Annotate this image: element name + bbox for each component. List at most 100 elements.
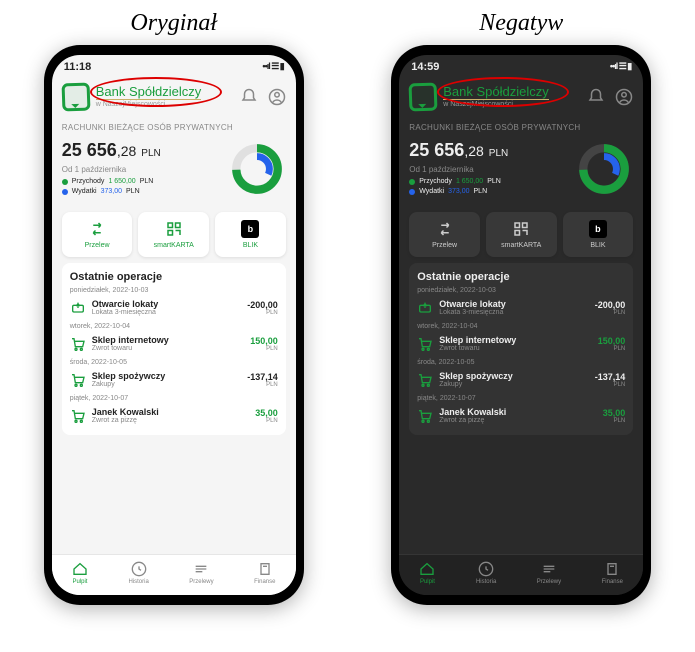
tab-icon — [193, 561, 209, 577]
op-desc: Zwrot towaru — [439, 345, 591, 352]
operation-row[interactable]: Sklep internetowyZwrot towaru 150,00PLN — [417, 332, 625, 355]
bank-subtitle: w NaszejMiejscowości — [443, 99, 549, 109]
op-desc: Lokata 3-miesięczna — [439, 309, 588, 316]
bell-icon[interactable] — [587, 88, 605, 106]
op-date-label: piątek, 2022-10-07 — [70, 395, 278, 402]
tab-icon — [541, 561, 557, 577]
cart-icon — [70, 372, 86, 388]
deposit-icon — [70, 300, 86, 316]
op-date-label: poniedziałek, 2022-10-03 — [70, 287, 278, 294]
op-desc: Lokata 3-miesięczna — [92, 309, 241, 316]
op-name: Sklep spożywczy — [92, 371, 241, 381]
bank-logo-icon — [409, 83, 438, 112]
status-bar: 14:59 ••ıl ☰ ▮ — [399, 55, 643, 79]
qr-icon — [512, 220, 530, 238]
tab-icon — [257, 561, 273, 577]
tab-bar: Pulpit Historia Przelewy Finanse — [52, 554, 296, 595]
tab-finanse[interactable]: Finanse — [602, 561, 623, 585]
bank-subtitle: w NaszejMiejscowości — [96, 99, 202, 109]
tab-label: Pulpit — [72, 579, 87, 585]
balance-amount: 25 656,28 PLN — [409, 140, 508, 161]
op-desc: Zwrot za pizzę — [439, 417, 596, 424]
status-signal-icon: ••ıl ☰ ▮ — [610, 61, 631, 73]
operation-row[interactable]: Janek KowalskiZwrot za pizzę 35,00PLN — [70, 404, 278, 427]
bank-name: Bank Spółdzielczy — [443, 85, 549, 99]
op-date-label: środa, 2022-10-05 — [70, 359, 278, 366]
tab-label: Pulpit — [420, 579, 435, 585]
smartkarta-button[interactable]: smartKARTA — [486, 212, 557, 257]
balance-since: Od 1 października — [409, 165, 508, 174]
balance-legend: Przychody 1 650,00 PLN Wydatki 373,00 PL… — [409, 178, 508, 195]
tab-pulpit[interactable]: Pulpit — [419, 561, 435, 585]
tab-przelewy[interactable]: Przelewy — [189, 561, 213, 585]
operations-card: Ostatnie operacje poniedziałek, 2022-10-… — [409, 263, 633, 435]
transfer-button[interactable]: Przelew — [409, 212, 480, 257]
operation-row[interactable]: Sklep internetowyZwrot towaru 150,00PLN — [70, 332, 278, 355]
tab-icon — [72, 561, 88, 577]
operations-title: Ostatnie operacje — [417, 271, 625, 283]
op-date-label: środa, 2022-10-05 — [417, 359, 625, 366]
tab-przelewy[interactable]: Przelewy — [537, 561, 561, 585]
op-date-label: piątek, 2022-10-07 — [417, 395, 625, 402]
blik-icon: b — [589, 220, 607, 238]
balance-card[interactable]: 25 656,28 PLN Od 1 października Przychod… — [409, 136, 633, 206]
cart-icon — [70, 336, 86, 352]
section-label: RACHUNKI BIEŻĄCE OSÓB PRYWATNYCH — [62, 123, 286, 132]
app-header: Bank Spółdzielczy w NaszejMiejscowości — [52, 79, 296, 119]
cart-icon — [417, 408, 433, 424]
operation-row[interactable]: Otwarcie lokatyLokata 3-miesięczna -200,… — [70, 296, 278, 319]
profile-icon[interactable] — [615, 88, 633, 106]
transfer-icon — [88, 220, 106, 238]
cart-icon — [417, 372, 433, 388]
op-amount: -200,00PLN — [595, 300, 626, 316]
op-desc: Zakupy — [92, 381, 241, 388]
tab-label: Finanse — [602, 579, 623, 585]
qr-icon — [165, 220, 183, 238]
tab-label: Historia — [128, 579, 148, 585]
op-amount: -200,00PLN — [247, 300, 278, 316]
bell-icon[interactable] — [240, 88, 258, 106]
tab-icon — [478, 561, 494, 577]
bank-logo-icon — [61, 83, 90, 112]
op-name: Sklep internetowy — [92, 335, 244, 345]
tab-finanse[interactable]: Finanse — [254, 561, 275, 585]
ops-list: poniedziałek, 2022-10-03 Otwarcie lokaty… — [417, 287, 625, 427]
tab-pulpit[interactable]: Pulpit — [72, 561, 88, 585]
smartkarta-button[interactable]: smartKARTA — [138, 212, 209, 257]
donut-chart-icon — [575, 140, 633, 198]
balance-legend: Przychody 1 650,00 PLN Wydatki 373,00 PL… — [62, 178, 161, 195]
blik-button[interactable]: bBLIK — [563, 212, 634, 257]
tab-label: Przelewy — [537, 579, 561, 585]
op-date-label: wtorek, 2022-10-04 — [70, 323, 278, 330]
operation-row[interactable]: Sklep spożywczyZakupy -137,14PLN — [417, 368, 625, 391]
op-desc: Zwrot towaru — [92, 345, 244, 352]
operation-row[interactable]: Sklep spożywczyZakupy -137,14PLN — [70, 368, 278, 391]
op-name: Sklep internetowy — [439, 335, 591, 345]
status-time: 14:59 — [411, 61, 439, 73]
status-signal-icon: ••ıl ☰ ▮ — [262, 61, 283, 73]
phone-light: 11:18 ••ıl ☰ ▮ Bank Spółdzielczy w Nasze… — [44, 45, 304, 605]
operation-row[interactable]: Otwarcie lokatyLokata 3-miesięczna -200,… — [417, 296, 625, 319]
balance-amount: 25 656,28 PLN — [62, 140, 161, 161]
profile-icon[interactable] — [268, 88, 286, 106]
transfer-button[interactable]: Przelew — [62, 212, 133, 257]
bank-name: Bank Spółdzielczy — [96, 85, 202, 99]
op-amount: 35,00PLN — [603, 408, 626, 424]
blik-button[interactable]: bBLIK — [215, 212, 286, 257]
tab-icon — [419, 561, 435, 577]
balance-card[interactable]: 25 656,28 PLN Od 1 października Przychod… — [62, 136, 286, 206]
tab-historia[interactable]: Historia — [128, 561, 148, 585]
operation-row[interactable]: Janek KowalskiZwrot za pizzę 35,00PLN — [417, 404, 625, 427]
op-amount: -137,14PLN — [247, 372, 278, 388]
op-desc: Zwrot za pizzę — [92, 417, 249, 424]
tab-historia[interactable]: Historia — [476, 561, 496, 585]
op-amount: 150,00PLN — [598, 336, 626, 352]
section-label: RACHUNKI BIEŻĄCE OSÓB PRYWATNYCH — [409, 123, 633, 132]
op-name: Otwarcie lokaty — [439, 299, 588, 309]
op-amount: -137,14PLN — [595, 372, 626, 388]
balance-since: Od 1 października — [62, 165, 161, 174]
op-amount: 35,00PLN — [255, 408, 278, 424]
operations-title: Ostatnie operacje — [70, 271, 278, 283]
donut-chart-icon — [228, 140, 286, 198]
phone-dark: 14:59 ••ıl ☰ ▮ Bank Spółdzielczy w Nasze… — [391, 45, 651, 605]
